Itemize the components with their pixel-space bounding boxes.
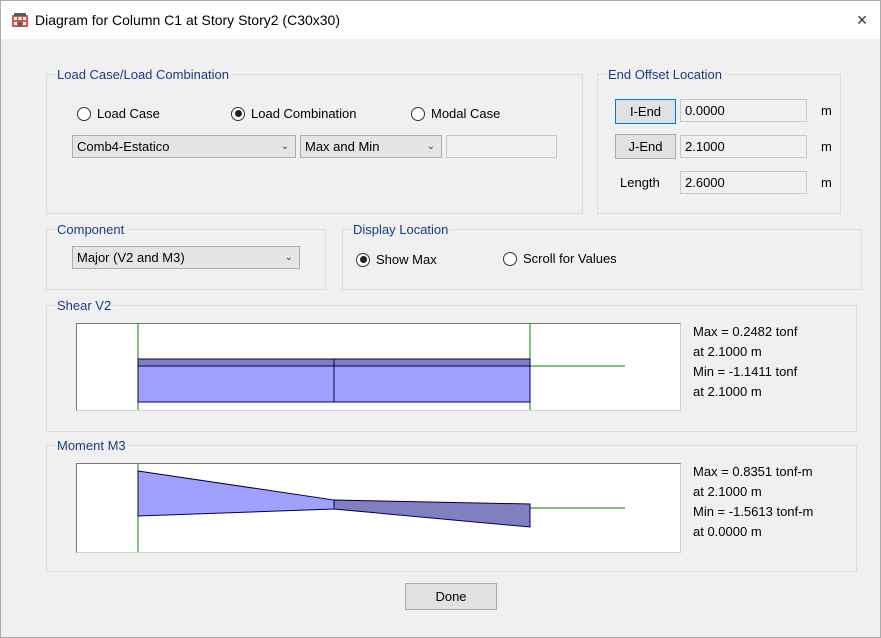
shear-max-location: at 2.1000 m: [693, 344, 762, 359]
radio-modal-case[interactable]: Modal Case: [411, 105, 500, 121]
moment-max-value: Max = 0.8351 tonf-m: [693, 464, 813, 479]
combination-select[interactable]: Comb4-Estatico ⌄: [72, 135, 296, 158]
radio-show-max-label: Show Max: [376, 252, 437, 268]
shear-diagram: [76, 323, 681, 411]
radio-modal-case-indicator[interactable]: [411, 106, 425, 121]
j-end-button[interactable]: J-End: [615, 134, 676, 159]
i-end-unit: m: [821, 103, 832, 118]
radio-load-case-label: Load Case: [97, 106, 160, 122]
result-type-select-value: Max and Min: [305, 139, 380, 154]
chevron-down-icon: ⌄: [280, 141, 289, 152]
chevron-down-icon: ⌄: [284, 252, 293, 263]
component-legend: Component: [57, 222, 125, 237]
shear-readout: Max = 0.2482 tonf at 2.1000 m Min = -1.1…: [693, 322, 797, 402]
i-end-button[interactable]: I-End: [615, 99, 676, 124]
j-end-field[interactable]: 2.1000: [680, 135, 807, 158]
result-type-select[interactable]: Max and Min ⌄: [300, 135, 442, 158]
radio-load-case-indicator[interactable]: [77, 106, 91, 121]
shear-min-location: at 2.1000 m: [693, 384, 762, 399]
moment-right-fill: [333, 499, 531, 528]
moment-min-location: at 0.0000 m: [693, 524, 762, 539]
window-title: Diagram for Column C1 at Story Story2 (C…: [35, 12, 340, 28]
moment-max-location: at 2.1000 m: [693, 484, 762, 499]
shear-diagram-graphic: [137, 324, 625, 410]
shear-max-value: Max = 0.2482 tonf: [693, 324, 798, 339]
load-combination-legend: Load Case/Load Combination: [57, 67, 230, 82]
radio-scroll-for-values-indicator[interactable]: [503, 251, 517, 266]
length-label: Length: [620, 175, 660, 190]
done-button[interactable]: Done: [405, 583, 497, 610]
radio-scroll-for-values[interactable]: Scroll for Values: [503, 250, 617, 266]
radio-show-max[interactable]: Show Max: [356, 251, 437, 267]
title-bar: Diagram for Column C1 at Story Story2 (C…: [1, 1, 880, 39]
step-input[interactable]: [446, 135, 557, 158]
component-select-value: Major (V2 and M3): [77, 250, 185, 265]
radio-load-combination-label: Load Combination: [251, 106, 357, 122]
display-location-legend: Display Location: [353, 222, 449, 237]
building-icon: [12, 13, 28, 27]
close-icon[interactable]: ×: [848, 7, 876, 33]
chevron-down-icon: ⌄: [426, 141, 435, 152]
component-select[interactable]: Major (V2 and M3) ⌄: [72, 246, 300, 269]
shear-min-value: Min = -1.1411 tonf: [693, 364, 798, 379]
moment-legend: Moment M3: [57, 438, 126, 453]
length-unit: m: [821, 175, 832, 190]
moment-left-fill: [137, 470, 335, 517]
combination-select-value: Comb4-Estatico: [77, 139, 170, 154]
diagram-window: Diagram for Column C1 at Story Story2 (C…: [0, 0, 881, 638]
radio-load-combination-indicator[interactable]: [231, 106, 245, 121]
end-offset-legend: End Offset Location: [608, 67, 722, 82]
moment-diagram: [76, 463, 681, 553]
radio-show-max-indicator[interactable]: [356, 252, 370, 267]
radio-modal-case-label: Modal Case: [431, 106, 501, 122]
i-end-field[interactable]: 0.0000: [680, 99, 807, 122]
radio-scroll-for-values-label: Scroll for Values: [523, 251, 617, 267]
j-end-unit: m: [821, 139, 832, 154]
moment-readout: Max = 0.8351 tonf-m at 2.1000 m Min = -1…: [693, 462, 813, 542]
shear-legend: Shear V2: [57, 298, 112, 313]
radio-load-case[interactable]: Load Case: [77, 105, 160, 121]
length-field[interactable]: 2.6000: [680, 171, 807, 194]
moment-min-value: Min = -1.5613 tonf-m: [693, 504, 814, 519]
radio-load-combination[interactable]: Load Combination: [231, 105, 357, 121]
moment-diagram-graphic: [137, 464, 625, 552]
